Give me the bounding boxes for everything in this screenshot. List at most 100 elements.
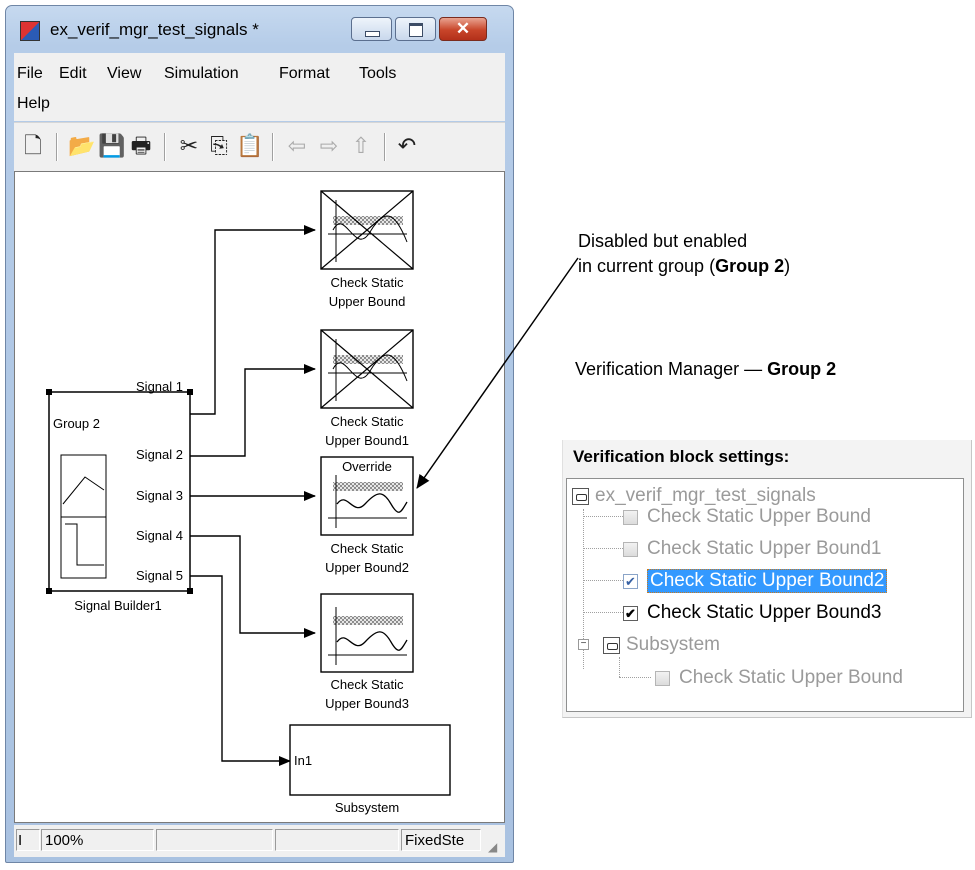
checkbox[interactable] bbox=[623, 541, 638, 557]
tree-connector bbox=[583, 548, 623, 549]
subsystem-port-label: In1 bbox=[294, 753, 312, 768]
back-icon[interactable]: ⇦ bbox=[284, 133, 310, 159]
signal-builder-block[interactable]: Group 2 Signal 1 Signal 2 Signal 3 Signa… bbox=[46, 379, 193, 613]
model-node-icon bbox=[572, 487, 589, 505]
toolbar: 🗋 📂 💾 🖶 ✂ ⎘ 📋 ⇦ ⇨ ⇧ ↶ bbox=[14, 122, 505, 171]
tree-item-label: Check Static Upper Bound3 bbox=[647, 602, 882, 623]
tree-item-label: Check Static Upper Bound1 bbox=[647, 538, 882, 559]
block-label: Upper Bound bbox=[329, 294, 406, 309]
signal-builder-name: Signal Builder1 bbox=[74, 598, 161, 613]
block-label: Check Static bbox=[331, 677, 404, 692]
callout-line1: Disabled but enabled bbox=[578, 231, 748, 251]
block-label: Upper Bound2 bbox=[325, 560, 409, 575]
print-icon[interactable]: 🖶 bbox=[128, 133, 154, 159]
close-button[interactable]: ✕ bbox=[439, 17, 487, 41]
paste-icon[interactable]: 📋 bbox=[236, 133, 263, 159]
menu-bar: File Edit View Simulation Format Tools H… bbox=[14, 53, 505, 121]
tree-item-upper-bound[interactable]: Check Static Upper Bound bbox=[623, 504, 871, 530]
block-diagram: Group 2 Signal 1 Signal 2 Signal 3 Signa… bbox=[46, 190, 451, 815]
checkbox-checked[interactable]: ✔ bbox=[623, 573, 638, 589]
signal-lines bbox=[190, 225, 316, 766]
menu-edit[interactable]: Edit bbox=[59, 65, 87, 83]
tree-item-label: Check Static Upper Bound bbox=[647, 506, 871, 527]
tree-item-upper-bound2[interactable]: ✔ Check Static Upper Bound2 bbox=[623, 568, 888, 594]
tree-item-upper-bound3[interactable]: ✔ Check Static Upper Bound3 bbox=[623, 600, 881, 626]
close-icon: ✕ bbox=[455, 19, 471, 38]
undo-icon[interactable]: ↶ bbox=[394, 133, 420, 159]
tree-item-label-selected: Check Static Upper Bound2 bbox=[647, 569, 888, 593]
subsystem-name: Subsystem bbox=[335, 800, 399, 815]
status-cell: I bbox=[16, 829, 40, 851]
copy-icon[interactable]: ⎘ bbox=[206, 133, 232, 159]
maximize-icon bbox=[409, 23, 423, 37]
menu-view[interactable]: View bbox=[107, 65, 141, 83]
port-label: Signal 3 bbox=[136, 488, 183, 503]
toolbar-separator bbox=[164, 133, 166, 161]
collapse-subsystem-icon[interactable]: − bbox=[578, 639, 589, 650]
subsystem-node-icon bbox=[603, 636, 620, 654]
status-cell bbox=[275, 829, 399, 851]
verification-block-tree[interactable]: − ex_verif_mgr_test_signals Check Static… bbox=[566, 478, 964, 712]
check-static-upper-bound2-block[interactable]: Override Check Static Upper Bound2 bbox=[320, 456, 414, 575]
toolbar-separator bbox=[384, 133, 386, 161]
maximize-button[interactable] bbox=[395, 17, 436, 41]
override-label: Override bbox=[342, 459, 392, 474]
tree-connector bbox=[619, 657, 620, 677]
vm-header: Verification block settings: bbox=[573, 447, 790, 466]
save-icon[interactable]: 💾 bbox=[98, 133, 125, 159]
window-title: ex_verif_mgr_test_signals * bbox=[50, 20, 259, 39]
port-label: Signal 1 bbox=[136, 379, 183, 394]
tree-item-subsystem-upper-bound[interactable]: Check Static Upper Bound bbox=[655, 665, 903, 691]
check-static-upper-bound3-block[interactable]: Check Static Upper Bound3 bbox=[320, 593, 414, 711]
menu-simulation[interactable]: Simulation bbox=[164, 65, 239, 83]
subsystem-block[interactable]: In1 Subsystem bbox=[289, 724, 451, 815]
model-window: ex_verif_mgr_test_signals * ✕ File Edit … bbox=[5, 5, 514, 863]
port-label: Signal 5 bbox=[136, 568, 183, 583]
block-label: Upper Bound3 bbox=[325, 696, 409, 711]
up-icon[interactable]: ⇧ bbox=[348, 133, 374, 159]
open-icon[interactable]: 📂 bbox=[68, 133, 95, 159]
status-cell bbox=[156, 829, 273, 851]
port-label: Signal 2 bbox=[136, 447, 183, 462]
tree-connector bbox=[583, 516, 623, 517]
callout-line2: in current group (Group 2) bbox=[578, 256, 791, 276]
checkbox-checked[interactable]: ✔ bbox=[623, 605, 638, 621]
toolbar-separator bbox=[56, 133, 58, 161]
check-static-upper-bound1-block[interactable]: Check Static Upper Bound1 bbox=[320, 329, 414, 448]
tree-item-label: Subsystem bbox=[626, 634, 720, 655]
model-canvas[interactable]: Group 2 Signal 1 Signal 2 Signal 3 Signa… bbox=[14, 171, 505, 823]
minimize-button[interactable] bbox=[351, 17, 392, 41]
tree-connector bbox=[583, 580, 623, 581]
signal-builder-group-label: Group 2 bbox=[53, 416, 100, 431]
menu-format[interactable]: Format bbox=[279, 65, 330, 83]
menu-tools[interactable]: Tools bbox=[359, 65, 396, 83]
minimize-icon bbox=[365, 31, 380, 37]
cut-icon[interactable]: ✂ bbox=[176, 133, 202, 159]
resize-grip-icon[interactable]: ◢ bbox=[488, 840, 502, 854]
new-icon[interactable]: 🗋 bbox=[20, 133, 46, 159]
block-label: Check Static bbox=[331, 275, 404, 290]
block-label: Upper Bound1 bbox=[325, 433, 409, 448]
forward-icon[interactable]: ⇨ bbox=[316, 133, 342, 159]
block-label: Check Static bbox=[331, 541, 404, 556]
simulink-app-icon bbox=[20, 21, 40, 41]
tree-item-label: Check Static Upper Bound bbox=[679, 667, 903, 688]
tree-connector bbox=[583, 612, 623, 613]
tree-connector bbox=[619, 677, 651, 678]
zoom-level: 100% bbox=[41, 829, 154, 851]
checkbox[interactable] bbox=[655, 670, 670, 686]
port-label: Signal 4 bbox=[136, 528, 183, 543]
menu-file[interactable]: File bbox=[17, 65, 43, 83]
status-bar: I 100% FixedSte ◢ bbox=[14, 825, 505, 857]
menu-help[interactable]: Help bbox=[17, 95, 50, 113]
title-bar[interactable]: ex_verif_mgr_test_signals * ✕ bbox=[6, 6, 513, 52]
tree-item-upper-bound1[interactable]: Check Static Upper Bound1 bbox=[623, 536, 881, 562]
solver-status: FixedSte bbox=[401, 829, 481, 851]
checkbox[interactable] bbox=[623, 509, 638, 525]
verification-manager-panel: Verification block settings: − ex_verif_… bbox=[562, 440, 972, 718]
toolbar-separator bbox=[272, 133, 274, 161]
check-static-upper-bound-block[interactable]: Check Static Upper Bound bbox=[320, 190, 414, 309]
block-label: Check Static bbox=[331, 414, 404, 429]
tree-item-subsystem[interactable]: Subsystem bbox=[603, 632, 720, 658]
vm-caption: Verification Manager — Group 2 bbox=[575, 359, 837, 379]
